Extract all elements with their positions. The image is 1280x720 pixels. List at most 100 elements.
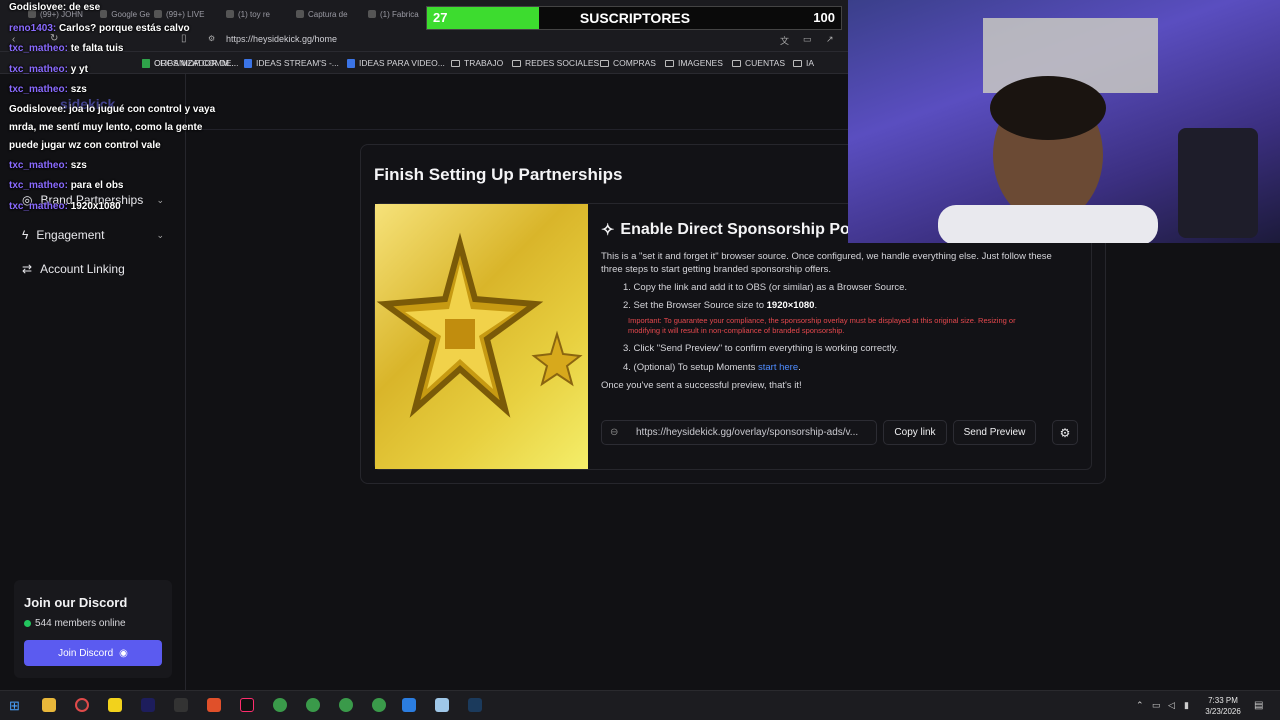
tiktok-icon[interactable] [240, 698, 254, 712]
page-title: Finish Setting Up Partnerships [374, 165, 623, 184]
brave-icon[interactable] [207, 698, 221, 712]
bookmark-folder[interactable]: IMAGENES [665, 58, 723, 68]
tab-label: Captura de [308, 9, 348, 19]
volume-icon[interactable]: ◁ [1168, 700, 1175, 711]
nav-label: Engagement [36, 228, 105, 242]
chat-line: Godislovee: de ese [9, 2, 100, 13]
bookmark-label: COMPRAS [613, 58, 656, 68]
chat-line: txc_matheo: szs [9, 84, 87, 95]
step-3: 3. Click "Send Preview" to confirm every… [623, 343, 899, 354]
join-discord-button[interactable]: Join Discord ◉ [24, 640, 162, 666]
chat-user: reno1403: [9, 23, 57, 34]
chat-line: txc_matheo: szs [9, 160, 87, 171]
notification-icon[interactable]: ▤ [1254, 700, 1263, 711]
obs-icon[interactable] [75, 698, 89, 712]
button-label: Copy link [894, 427, 936, 438]
system-clock[interactable]: 7:33 PM 3/23/2026 [1200, 695, 1246, 717]
bookmark-item[interactable]: IDEAS PARA VIDEO... [347, 58, 445, 68]
chat-user: txc_matheo: [9, 64, 68, 75]
copy-link-button[interactable]: Copy link [883, 420, 947, 445]
chat-message: 1920x1080 [70, 201, 121, 212]
overlay-url-field[interactable]: ⊖ https://heysidekick.gg/overlay/sponsor… [601, 420, 877, 445]
step-1: 1. Copy the link and add it to OBS (or s… [623, 282, 908, 293]
step-text: 2. Set the Browser Source size to [623, 300, 767, 311]
button-label: Send Preview [963, 427, 1026, 438]
resolution-value: 1920×1080 [766, 300, 815, 311]
step-text: . [814, 300, 818, 311]
premiere-icon[interactable] [141, 698, 155, 712]
section-title: Enable Direct Sponsorship Po [620, 221, 850, 238]
chrome-icon[interactable] [306, 698, 320, 712]
chat-line: txc_matheo: te falta tuis [9, 43, 123, 54]
bookmark-label: CUENTAS [745, 58, 785, 68]
nav-label: Account Linking [40, 262, 125, 276]
discord-icon: ◉ [119, 647, 128, 659]
chat-message: te falta tuis [70, 43, 124, 54]
bookmark-folder[interactable]: REDES SOCIALES [512, 58, 599, 68]
chat-message: szs [70, 84, 87, 95]
subscriber-goal: 100 [813, 10, 835, 25]
battery-icon[interactable]: ▮ [1184, 700, 1189, 711]
chat-message: szs [70, 160, 87, 171]
chevron-up-icon[interactable]: ⌃ [1136, 700, 1144, 711]
share-icon[interactable]: ↗ [826, 34, 834, 45]
link-icon: ⊖ [610, 427, 619, 438]
nav-account-linking[interactable]: ⇄ Account Linking [22, 262, 164, 276]
chrome-icon[interactable] [339, 698, 353, 712]
file-explorer-icon[interactable] [42, 698, 56, 712]
online-dot-icon [24, 620, 31, 627]
steam-icon[interactable] [468, 698, 482, 712]
discord-title: Join our Discord [24, 595, 128, 610]
nav-engagement[interactable]: ϟ Engagement ⌄ [22, 228, 164, 242]
chat-user: txc_matheo: [9, 43, 68, 54]
chat-message: joa lo jugué con control y vaya [69, 104, 216, 115]
translate-icon[interactable]: 文 [780, 34, 789, 47]
notes-icon[interactable] [108, 698, 122, 712]
chat-user: txc_matheo: [9, 180, 68, 191]
warning-line: modifying it will result in non-complian… [628, 326, 845, 335]
notepad-icon[interactable] [435, 698, 449, 712]
bookmark-folder[interactable]: CUENTAS [732, 58, 785, 68]
browser-tab[interactable]: (1) Fabrica [368, 6, 426, 22]
bookmark-folder[interactable]: COMPRAS [600, 58, 656, 68]
chrome-icon[interactable] [372, 698, 386, 712]
subscriber-label: SUSCRIPTORES [579, 10, 691, 26]
chat-line: txc_matheo: 1920x1080 [9, 201, 121, 212]
button-label: Join Discord [58, 647, 114, 659]
section-heading: ✧ Enable Direct Sponsorship Po [601, 220, 850, 240]
chrome-icon[interactable] [273, 698, 287, 712]
overlay-url-text: https://heysidekick.gg/overlay/sponsorsh… [636, 427, 859, 438]
bookmark-folder[interactable]: IA [793, 58, 814, 68]
step-4: 4. (Optional) To setup Moments start her… [623, 362, 801, 373]
settings-gear-icon[interactable]: ⚙ [1052, 420, 1078, 445]
chat-user: txc_matheo: [9, 160, 68, 171]
chat-message: y yt [70, 64, 88, 75]
bookmark-label: IDEAS PARA VIDEO... [359, 58, 445, 68]
warning-line: Important: To guarantee your compliance,… [628, 316, 1016, 325]
stream-chat-overlay: Godislovee: de ese reno1403: Carlos? por… [0, 0, 260, 215]
start-here-link[interactable]: start here [758, 362, 798, 373]
chat-message: Carlos? porque estás calvo [59, 23, 190, 34]
browser-tab[interactable]: Captura de [296, 6, 356, 22]
discord-members: 544 members online [24, 618, 126, 629]
bookmark-label: TRABAJO [464, 58, 504, 68]
step-2: 2. Set the Browser Source size to 1920×1… [623, 300, 817, 311]
chat-line: reno1403: Carlos? porque estás calvo [9, 23, 190, 34]
link-icon: ⇄ [22, 262, 33, 276]
vscode-icon[interactable] [402, 698, 416, 712]
chat-line: Godislovee: joa lo jugué con control y v… [9, 104, 215, 115]
send-preview-button[interactable]: Send Preview [953, 420, 1036, 445]
chat-user: Godislovee: [9, 2, 67, 13]
header-divider [186, 129, 848, 130]
capcut-icon[interactable] [174, 698, 188, 712]
cast-icon[interactable]: ▭ [803, 34, 812, 45]
windows-start-icon[interactable]: ⊞ [9, 698, 20, 714]
outro-text: Once you've sent a successful preview, t… [601, 380, 802, 391]
network-icon[interactable]: ▭ [1152, 700, 1161, 711]
chat-user: Godislovee: [9, 104, 67, 115]
bookmark-folder[interactable]: TRABAJO [451, 58, 503, 68]
chat-user: txc_matheo: [9, 201, 68, 212]
chat-line: txc_matheo: para el obs [9, 180, 124, 191]
bookmark-label: IDEAS STREAM'S -... [256, 58, 339, 68]
webcam-feed [848, 0, 1280, 243]
